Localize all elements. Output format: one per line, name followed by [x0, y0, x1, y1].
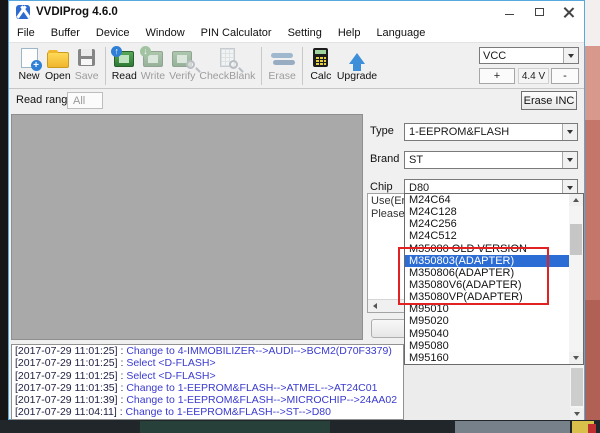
background-right-strip [585, 0, 600, 433]
chevron-down-icon[interactable] [562, 124, 577, 140]
voltage-minus-button[interactable]: - [551, 68, 579, 84]
read-range-bar: Read range All Erase INC [9, 89, 584, 113]
menu-pin-calculator[interactable]: PIN Calculator [193, 27, 280, 39]
calc-button[interactable]: Calc [307, 46, 335, 88]
dropdown-item[interactable]: M95080 [405, 340, 570, 352]
toolbar-separator [261, 47, 262, 85]
write-button[interactable]: ↓ Write [139, 46, 167, 88]
log-entry: [2017-07-29 11:04:11] : Change to 1-EEPR… [12, 406, 403, 418]
open-button[interactable]: Open [43, 46, 73, 88]
toolbar-separator [105, 47, 106, 85]
dropdown-scrollbar[interactable] [569, 194, 583, 364]
checkblank-magnifier-icon [220, 48, 235, 67]
menu-buffer[interactable]: Buffer [43, 27, 88, 39]
title-bar: VVDIProg 4.6.0 [9, 1, 584, 23]
read-chip-icon: ↑ [114, 51, 134, 67]
chip-label: Chip [370, 181, 393, 193]
new-file-icon: + [21, 48, 38, 68]
minimize-button[interactable] [494, 1, 524, 23]
window-title: VVDIProg 4.6.0 [36, 6, 118, 18]
hex-buffer-area[interactable] [11, 114, 363, 340]
minimize-icon [505, 14, 514, 15]
background-decor [455, 421, 570, 433]
menu-setting[interactable]: Setting [280, 27, 330, 39]
log-entry: [2017-07-29 11:01:35] : Change to 1-EEPR… [12, 382, 403, 394]
save-button[interactable]: Save [73, 46, 101, 88]
dropdown-item[interactable]: M24C512 [405, 230, 570, 242]
open-folder-icon [47, 52, 69, 68]
vcc-select[interactable]: VCC [479, 47, 579, 64]
app-logo-icon [16, 5, 30, 19]
voltage-plus-button[interactable]: + [479, 68, 515, 84]
brand-select[interactable]: ST [404, 151, 578, 169]
log-entry: [2017-07-29 11:01:39] : Change to 1-EEPR… [12, 394, 403, 406]
menu-window[interactable]: Window [138, 27, 193, 39]
red-annotation-box [398, 247, 549, 305]
dropdown-item[interactable]: M24C64 [405, 194, 570, 206]
maximize-button[interactable] [524, 1, 554, 23]
dropdown-item[interactable]: M95010 [405, 303, 570, 315]
dropdown-item[interactable]: M95040 [405, 328, 570, 340]
log-vertical-scrollbar[interactable] [570, 364, 584, 420]
menu-help[interactable]: Help [330, 27, 369, 39]
toolbar-separator [302, 47, 303, 85]
log-entry: [2017-07-29 11:01:25] : Select <D-FLASH> [12, 357, 403, 369]
eraser-icon [271, 52, 293, 68]
dropdown-item[interactable]: M95160 [405, 352, 570, 364]
log-entry: [2017-07-29 11:01:25] : Select <D-FLASH> [12, 370, 403, 382]
brand-label: Brand [370, 153, 399, 165]
desktop-background: VVDIProg 4.6.0 File Buffer Device Window… [0, 0, 600, 433]
scroll-up-icon[interactable] [569, 194, 583, 206]
verify-button[interactable]: Verify [167, 46, 197, 88]
type-select[interactable]: 1-EEPROM&FLASH [404, 123, 578, 141]
close-button[interactable] [554, 1, 584, 23]
log-list[interactable]: [2017-07-29 11:01:25] : Change to 4-IMMO… [11, 344, 404, 420]
menu-device[interactable]: Device [88, 27, 138, 39]
background-decor [588, 424, 596, 433]
dropdown-item[interactable]: M95020 [405, 315, 570, 327]
scrollbar-thumb[interactable] [570, 224, 582, 255]
read-button[interactable]: ↑ Read [110, 46, 139, 88]
chevron-down-icon[interactable] [562, 152, 577, 168]
chevron-down-icon[interactable] [563, 48, 578, 63]
new-button[interactable]: + New [15, 46, 43, 88]
scroll-down-icon[interactable] [569, 352, 583, 364]
close-icon [564, 7, 574, 17]
menu-language[interactable]: Language [368, 27, 433, 39]
dropdown-item[interactable]: M24C128 [405, 206, 570, 218]
maximize-icon [535, 8, 544, 16]
vcc-controls: VCC + 4.4 V - [479, 47, 579, 85]
menu-bar: File Buffer Device Window PIN Calculator… [9, 23, 584, 42]
read-range-label: Read range [16, 94, 74, 106]
app-window: VVDIProg 4.6.0 File Buffer Device Window… [8, 0, 585, 420]
erase-inc-button[interactable]: Erase INC [521, 91, 577, 110]
calculator-icon [313, 48, 328, 67]
log-entry: [2017-07-29 11:01:25] : Change to 4-IMMO… [12, 345, 403, 357]
dropdown-item[interactable]: M24C256 [405, 218, 570, 230]
save-floppy-icon [78, 49, 95, 66]
scroll-down-icon[interactable] [570, 408, 584, 420]
verify-magnifier-icon [172, 51, 192, 67]
menu-file[interactable]: File [9, 27, 43, 39]
toolbar: + New Open Save ↑ Read ↓ Write V [9, 42, 584, 89]
background-decor [140, 421, 330, 433]
type-label: Type [370, 125, 394, 137]
read-range-input[interactable]: All [67, 92, 103, 109]
upgrade-arrow-icon [349, 53, 365, 64]
upgrade-button[interactable]: Upgrade [335, 46, 379, 88]
write-chip-icon: ↓ [143, 51, 163, 67]
erase-button[interactable]: Erase [266, 46, 297, 88]
checkblank-button[interactable]: CheckBlank [197, 46, 257, 88]
scrollbar-thumb[interactable] [571, 368, 583, 406]
panel-lower-area [404, 364, 584, 420]
voltage-value: 4.4 V [518, 68, 549, 84]
scroll-left-icon[interactable] [368, 300, 381, 312]
